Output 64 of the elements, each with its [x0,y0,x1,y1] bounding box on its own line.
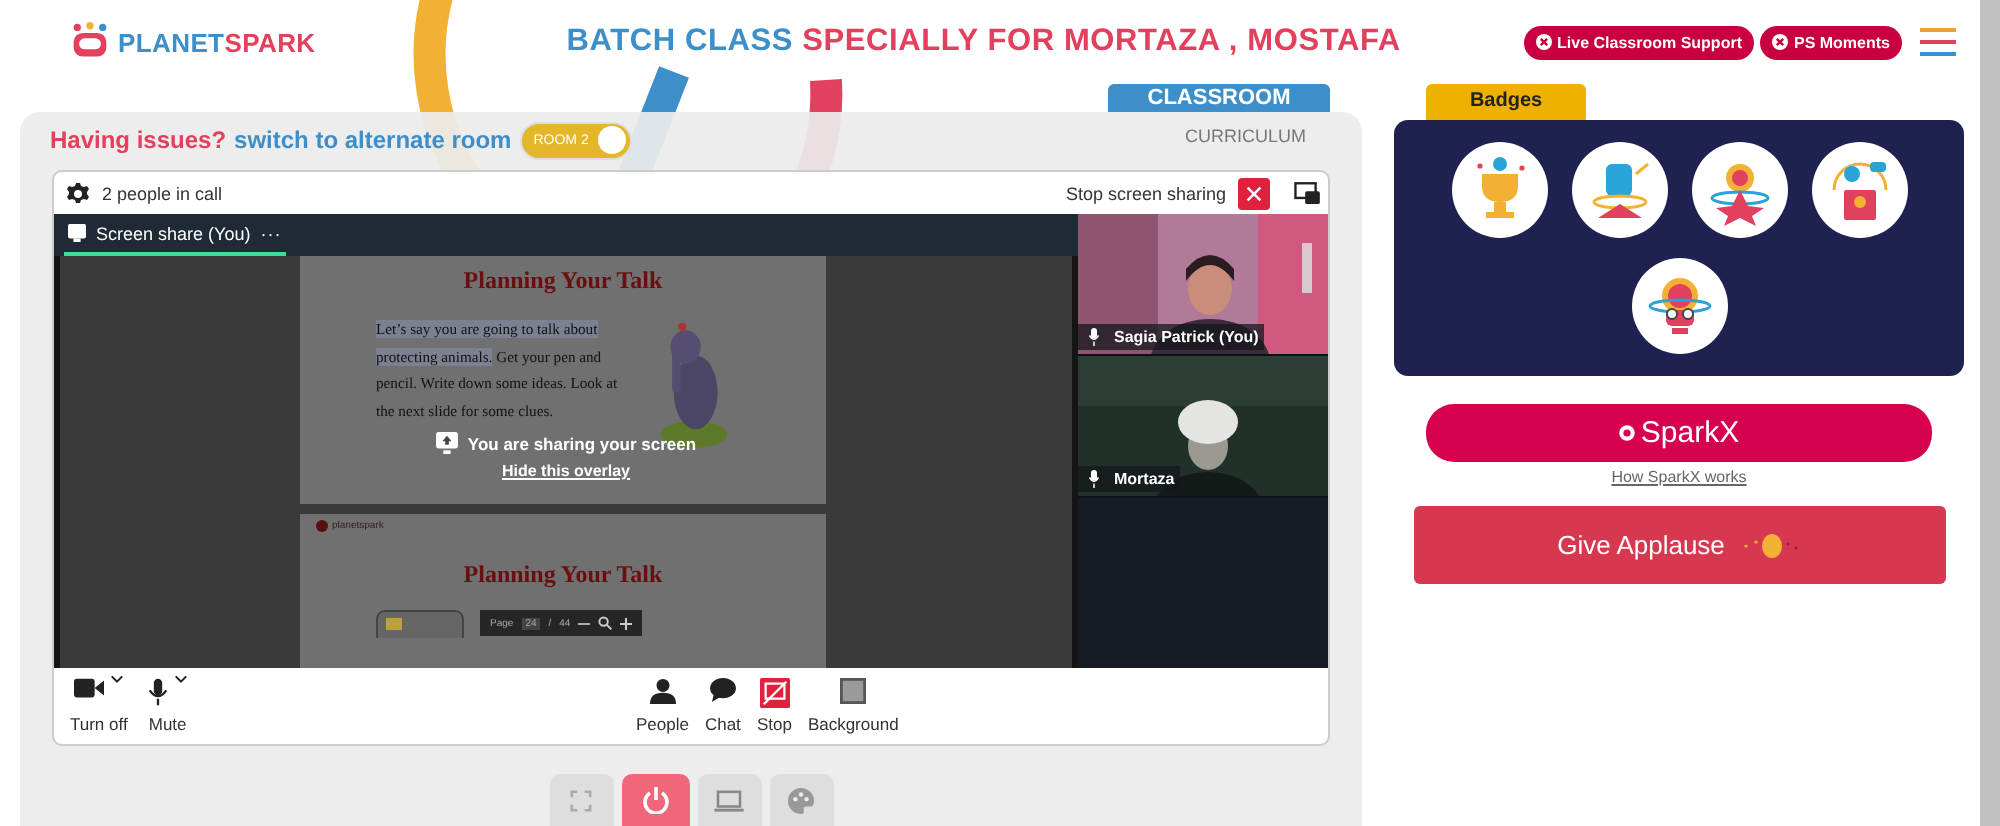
search-icon[interactable] [598,616,613,630]
picture-in-picture-icon[interactable] [1294,182,1320,204]
give-applause-button[interactable]: Give Applause [1413,506,1945,584]
sharing-message: You are sharing your screen [435,432,697,454]
header-button[interactable]: Live Classroom Support [1523,25,1754,59]
chat-button[interactable]: Chat [704,678,741,734]
background-button[interactable]: Background [807,678,899,734]
caret-icon[interactable] [173,674,188,684]
logo-text: PLANETSPARK [118,27,316,57]
people-count: 2 people in call [102,183,223,203]
badges-heading: Badges [1426,84,1586,120]
header-button[interactable]: PS Moments [1759,25,1902,59]
spark-icon [1618,424,1637,442]
alternate-room-link[interactable]: switch to alternate room [234,126,512,154]
slide-title: Planning Your Talk [461,266,665,296]
close-icon [1246,185,1262,201]
slide-picture-icon [376,610,464,638]
camera-button[interactable]: Turn off [70,678,128,734]
settings-icon[interactable] [66,181,90,205]
zoom-in-icon[interactable] [620,617,633,629]
participant-name: Mortaza [1078,466,1181,492]
hide-overlay-link[interactable]: Hide this overlay [501,462,631,480]
background-icon [840,678,867,704]
robot-logo-icon [68,22,112,62]
clapping-hands-icon [1740,531,1801,559]
brain-badge-icon [1631,258,1727,354]
people-button[interactable]: People [636,678,689,734]
fullscreen-icon [570,789,592,811]
power-button[interactable] [621,774,689,826]
close-button[interactable] [1238,177,1270,209]
podium-badge-icon [1811,142,1907,238]
star-badge-icon [1691,142,1787,238]
screen-button[interactable] [697,774,761,826]
trophy-badge-icon [1451,142,1547,238]
microphone-icon [1088,470,1100,488]
chat-icon [709,678,736,702]
palette-icon [788,787,814,813]
stop-sharing-label: Stop screen sharing [1065,183,1226,203]
mute-button[interactable]: Mute [147,678,188,734]
stop-button[interactable]: Stop [756,678,792,734]
scrollbar[interactable] [1980,0,2000,826]
person-icon [649,678,676,704]
issue-text: Having issues? [50,126,227,154]
caret-icon[interactable] [109,674,124,684]
zoom-out-icon[interactable] [578,617,591,629]
screen-share-icon [435,432,458,454]
page-title: BATCH CLASS SPECIALLY FOR MORTAZA , MOSTAFA [566,24,1403,60]
menu-icon[interactable] [1920,26,1956,58]
power-icon [641,786,669,814]
monitor-icon [714,789,744,811]
fist-badge-icon [1571,142,1667,238]
screen-icon [68,224,86,242]
stop-sharing-icon [759,678,790,708]
curriculum-tab[interactable]: CURRICULUM [1185,118,1306,146]
microphone-icon [1088,328,1100,346]
slide-title: Planning Your Talk [461,560,665,590]
classroom-tab[interactable]: CLASSROOM [1108,84,1330,112]
close-circle-icon [1771,34,1788,50]
microphone-icon [147,678,168,706]
participant-name: Sagia Patrick (You) [1078,324,1265,350]
camera-icon [73,678,104,698]
close-circle-icon [1535,34,1552,50]
sparkx-button[interactable]: SparkX [1426,404,1932,462]
sparkx-help-link[interactable]: How SparkX works [1611,468,1747,486]
